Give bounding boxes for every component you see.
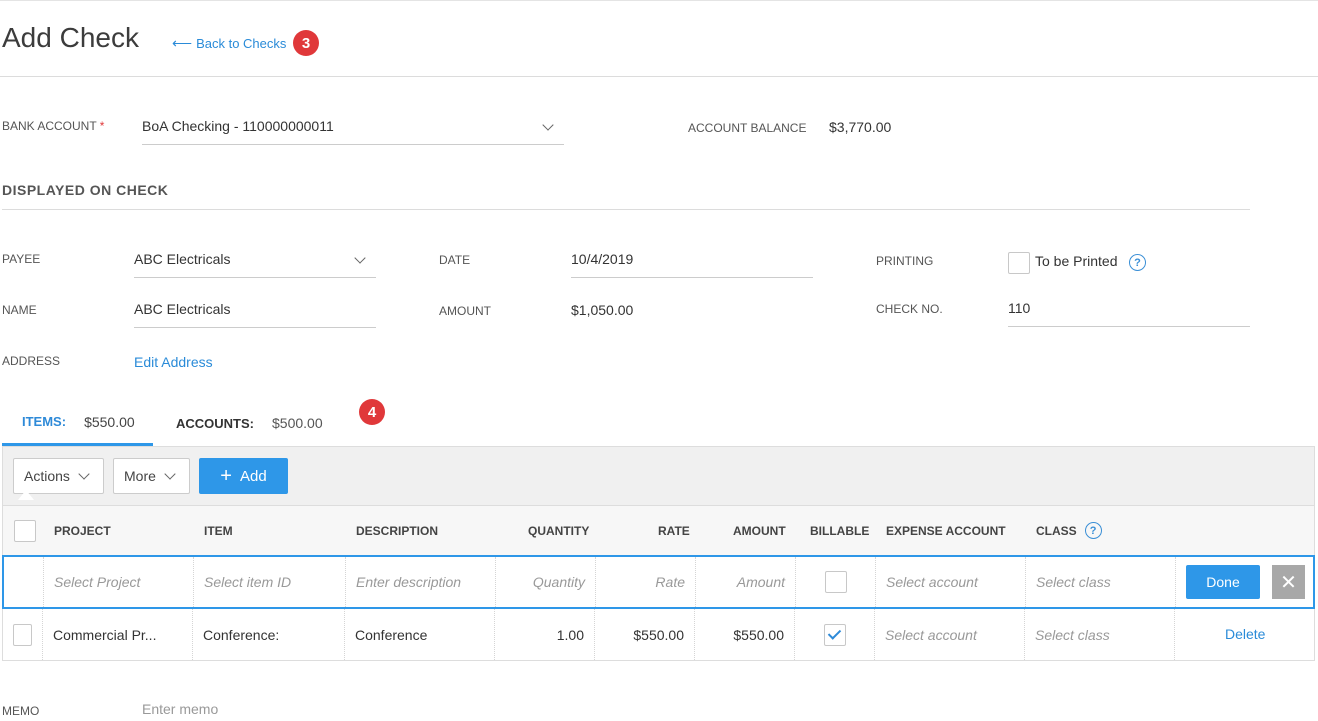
page-title: Add Check — [2, 22, 139, 53]
close-icon[interactable]: ✕ — [1272, 565, 1305, 599]
check-no-field[interactable]: 110 — [1008, 292, 1250, 327]
item-input[interactable]: Select item ID — [194, 557, 346, 607]
billable-cell — [796, 557, 876, 607]
col-class-label: CLASS — [1036, 523, 1077, 538]
checkmark-icon — [827, 626, 842, 640]
chevron-down-icon — [542, 119, 554, 131]
displayed-on-check-heading: DISPLAYED ON CHECK — [2, 182, 169, 198]
check-no-label: CHECK NO. — [876, 302, 943, 316]
amount-input[interactable]: Amount — [696, 557, 796, 607]
help-icon[interactable]: ? — [1129, 254, 1146, 271]
items-grid: PROJECT ITEM DESCRIPTION QUANTITY RATE A… — [2, 505, 1315, 661]
payee-select[interactable]: ABC Electricals — [134, 243, 376, 278]
col-rate[interactable]: RATE — [658, 506, 690, 555]
col-project[interactable]: PROJECT — [54, 506, 111, 555]
expense-account-input[interactable]: Select account — [876, 557, 1026, 607]
rate-input[interactable]: Rate — [596, 557, 696, 607]
grid-header: PROJECT ITEM DESCRIPTION QUANTITY RATE A… — [2, 505, 1315, 555]
row-item: Conference: — [193, 609, 345, 660]
arrow-left-icon: ⟵ — [172, 35, 193, 51]
name-field[interactable]: ABC Electricals — [134, 293, 376, 328]
date-label: DATE — [439, 253, 471, 267]
tab-items-value: $550.00 — [84, 413, 135, 430]
col-quantity[interactable]: QUANTITY — [528, 506, 589, 555]
add-button[interactable]: + Add — [199, 458, 288, 494]
row-billable-checkbox[interactable] — [823, 623, 846, 646]
tab-items-label: ITEMS: — [22, 414, 67, 429]
to-be-printed-checkbox[interactable] — [1008, 252, 1030, 274]
done-button[interactable]: Done — [1186, 565, 1260, 599]
row-billable-cell — [795, 609, 875, 660]
memo-label: MEMO — [2, 704, 40, 718]
row-quantity: 1.00 — [495, 609, 595, 660]
col-class[interactable]: CLASS ? — [1036, 506, 1102, 555]
actions-pointer — [18, 490, 34, 500]
payee-value: ABC Electricals — [134, 251, 231, 267]
date-value: 10/4/2019 — [571, 251, 634, 267]
chevron-down-icon — [78, 468, 90, 480]
check-no-value: 110 — [1008, 300, 1031, 316]
delete-row-link[interactable]: Delete — [1225, 626, 1265, 642]
plus-icon: + — [220, 465, 232, 487]
account-balance-value: $3,770.00 — [829, 119, 892, 135]
row-amount: $550.00 — [695, 609, 795, 660]
date-field[interactable]: 10/4/2019 — [571, 243, 813, 278]
section-divider — [2, 209, 1250, 210]
address-label: ADDRESS — [2, 354, 61, 368]
row-checkbox[interactable] — [13, 623, 32, 646]
row-select-cell — [3, 609, 43, 660]
header-divider — [0, 76, 1318, 77]
col-billable[interactable]: BILLABLE — [810, 506, 869, 555]
more-dropdown[interactable]: More — [113, 458, 190, 494]
more-label: More — [124, 468, 156, 484]
to-be-printed-label: To be Printed — [1035, 253, 1118, 269]
tab-accounts[interactable]: ACCOUNTS: $500.00 — [176, 400, 323, 446]
col-expense-account[interactable]: EXPENSE ACCOUNT — [886, 506, 1006, 555]
actions-label: Actions — [24, 468, 70, 484]
bank-account-value: BoA Checking - 110000000011 — [142, 118, 334, 134]
edit-row-spacer — [4, 557, 44, 607]
bank-account-select[interactable]: BoA Checking - 110000000011 — [142, 110, 564, 145]
row-expense-account[interactable]: Select account — [875, 609, 1025, 660]
billable-checkbox[interactable] — [824, 571, 847, 593]
step-badge-3: 3 — [293, 30, 319, 56]
amount-value: $1,050.00 — [571, 302, 634, 318]
row-rate: $550.00 — [595, 609, 695, 660]
step-badge-4: 4 — [359, 399, 385, 425]
back-to-checks-link[interactable]: ⟵ Back to Checks — [172, 35, 286, 52]
row-project: Commercial Pr... — [43, 609, 193, 660]
grid-toolbar: Actions More + Add — [2, 446, 1315, 505]
edit-address-link[interactable]: Edit Address — [134, 354, 213, 370]
tab-accounts-value: $500.00 — [272, 415, 323, 431]
col-item[interactable]: ITEM — [204, 506, 233, 555]
col-amount[interactable]: AMOUNT — [733, 506, 786, 555]
quantity-input[interactable]: Quantity — [496, 557, 596, 607]
printing-label: PRINTING — [876, 254, 934, 268]
back-link-label: Back to Checks — [196, 36, 287, 51]
edit-row: Select Project Select item ID Enter desc… — [2, 555, 1315, 609]
add-label: Add — [239, 467, 267, 485]
bank-account-label: BANK ACCOUNT * — [2, 119, 105, 133]
tab-items[interactable]: ITEMS: $550.00 — [2, 400, 153, 446]
account-balance-label: ACCOUNT BALANCE — [688, 121, 807, 135]
name-value: ABC Electricals — [134, 301, 231, 317]
row-description: Conference — [345, 609, 495, 660]
help-icon[interactable]: ? — [1084, 522, 1102, 539]
row-class[interactable]: Select class — [1025, 609, 1175, 660]
table-row[interactable]: Commercial Pr... Conference: Conference … — [2, 609, 1315, 661]
memo-input[interactable]: Enter memo — [142, 701, 218, 717]
chevron-down-icon — [164, 468, 176, 480]
tab-accounts-label: ACCOUNTS: — [176, 415, 254, 431]
class-input[interactable]: Select class — [1026, 557, 1176, 607]
name-label: NAME — [2, 303, 37, 317]
top-divider — [0, 0, 1318, 1]
description-input[interactable]: Enter description — [346, 557, 496, 607]
chevron-down-icon — [354, 252, 366, 264]
select-all-checkbox[interactable] — [14, 520, 36, 542]
project-input[interactable]: Select Project — [44, 557, 194, 607]
actions-dropdown[interactable]: Actions — [13, 458, 104, 494]
payee-label: PAYEE — [2, 252, 41, 266]
amount-label: AMOUNT — [439, 304, 491, 318]
col-description[interactable]: DESCRIPTION — [356, 506, 438, 555]
